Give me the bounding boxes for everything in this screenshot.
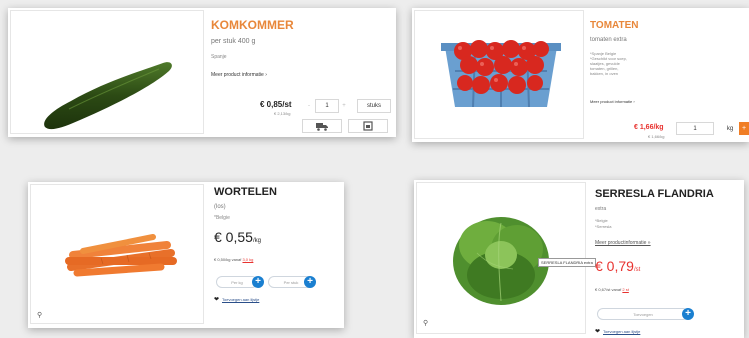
tomatoes-image: [441, 40, 561, 108]
add-to-list-link[interactable]: Toevoegen aan lijstje: [603, 329, 640, 334]
product-card-komkommer: KOMKOMMER per stuk 400 g Spanje Meer pro…: [8, 8, 396, 137]
carrots-image: [65, 234, 177, 277]
store-icon: [363, 121, 373, 131]
truck-icon: [316, 122, 328, 131]
product-card-tomaten: TOMATEN tomaten extra *Spanje Belgie *Ge…: [412, 8, 749, 142]
add-per-stuk-button[interactable]: +: [304, 276, 316, 288]
qty-increment-button[interactable]: +: [340, 99, 348, 113]
product-origin: Spanje: [211, 54, 227, 60]
add-per-kg-button[interactable]: +: [252, 276, 264, 288]
product-title[interactable]: SERRESLA FLANDRIA: [595, 188, 714, 200]
product-card-wortelen: ⚲ WORTELEN (los) *Belgie € 0,55/kg € 0,5…: [28, 182, 344, 328]
product-image-frame[interactable]: ⚲: [30, 184, 204, 324]
unit-select[interactable]: kg: [722, 122, 738, 135]
heart-icon: ❤: [214, 297, 220, 303]
pickup-button[interactable]: [348, 119, 388, 133]
product-price: € 0,85/st: [260, 100, 292, 109]
product-subtitle: per stuk 400 g: [211, 38, 256, 45]
quantity-input[interactable]: 1: [315, 99, 339, 113]
more-info-link[interactable]: Meer productinformatie »: [595, 240, 651, 246]
more-info-link[interactable]: Meer product informatie ›: [211, 72, 267, 78]
magnifier-icon[interactable]: ⚲: [423, 319, 428, 327]
add-to-list-link[interactable]: Toevoegen aan lijstje: [222, 297, 259, 302]
product-title[interactable]: TOMATEN: [590, 20, 639, 31]
product-card-serresla: ⚲ SERRESLA FLANDRIA extra SERRESLA FLAND…: [414, 180, 744, 338]
product-price: € 0,55/kg: [214, 229, 261, 245]
quantity-input[interactable]: 1: [676, 122, 714, 135]
volume-note-text: € 0,67/st vanaf: [595, 287, 623, 292]
more-info-link[interactable]: Meer product informatie ›: [590, 99, 635, 104]
product-detail-line: bakken, in oven: [590, 71, 619, 76]
unit-select[interactable]: stuks: [357, 99, 391, 113]
volume-link[interactable]: 3,0 kg: [242, 257, 253, 262]
price-unit: /st: [633, 267, 641, 273]
add-to-cart-button[interactable]: +: [739, 122, 749, 135]
product-image-frame[interactable]: [10, 10, 204, 134]
unit-price: € 1,66/kg: [648, 134, 665, 139]
product-image-frame[interactable]: [414, 10, 584, 139]
product-detail-line: *Serresla: [595, 224, 612, 229]
volume-discount-note: € 0,67/st vanaf 2 st: [595, 287, 629, 293]
product-price: € 1,66/kg: [634, 124, 664, 131]
product-title[interactable]: WORTELEN: [214, 186, 277, 198]
volume-link[interactable]: 2 st: [622, 287, 628, 292]
magnifier-icon[interactable]: ⚲: [37, 311, 42, 319]
product-subtitle: extra: [595, 206, 607, 212]
product-grid: KOMKOMMER per stuk 400 g Spanje Meer pro…: [0, 0, 749, 338]
product-subtitle: (los): [214, 204, 226, 210]
price-main: € 0,79: [595, 258, 634, 274]
heart-icon: ❤: [595, 329, 601, 335]
product-origin: *Belgie: [214, 215, 230, 221]
delivery-button[interactable]: [302, 119, 342, 133]
cucumber-image: [44, 62, 172, 130]
product-title[interactable]: KOMKOMMER: [211, 18, 294, 32]
unit-price: € 2,13/kg: [274, 111, 291, 116]
product-tooltip: SERRESLA FLANDRIA extra: [538, 258, 596, 267]
product-price: € 0,79/st: [595, 258, 640, 274]
product-subtitle: tomaten extra: [590, 37, 627, 43]
volume-note-text: € 0,50/kg vanaf: [214, 257, 243, 262]
price-unit: /kg: [252, 238, 261, 244]
add-option[interactable]: Toevoegen: [597, 308, 689, 320]
add-button[interactable]: +: [682, 308, 694, 320]
volume-discount-note: € 0,50/kg vanaf 3,0 kg: [214, 257, 253, 263]
price-main: € 0,55: [214, 229, 253, 245]
qty-decrement-button[interactable]: -: [305, 99, 313, 113]
